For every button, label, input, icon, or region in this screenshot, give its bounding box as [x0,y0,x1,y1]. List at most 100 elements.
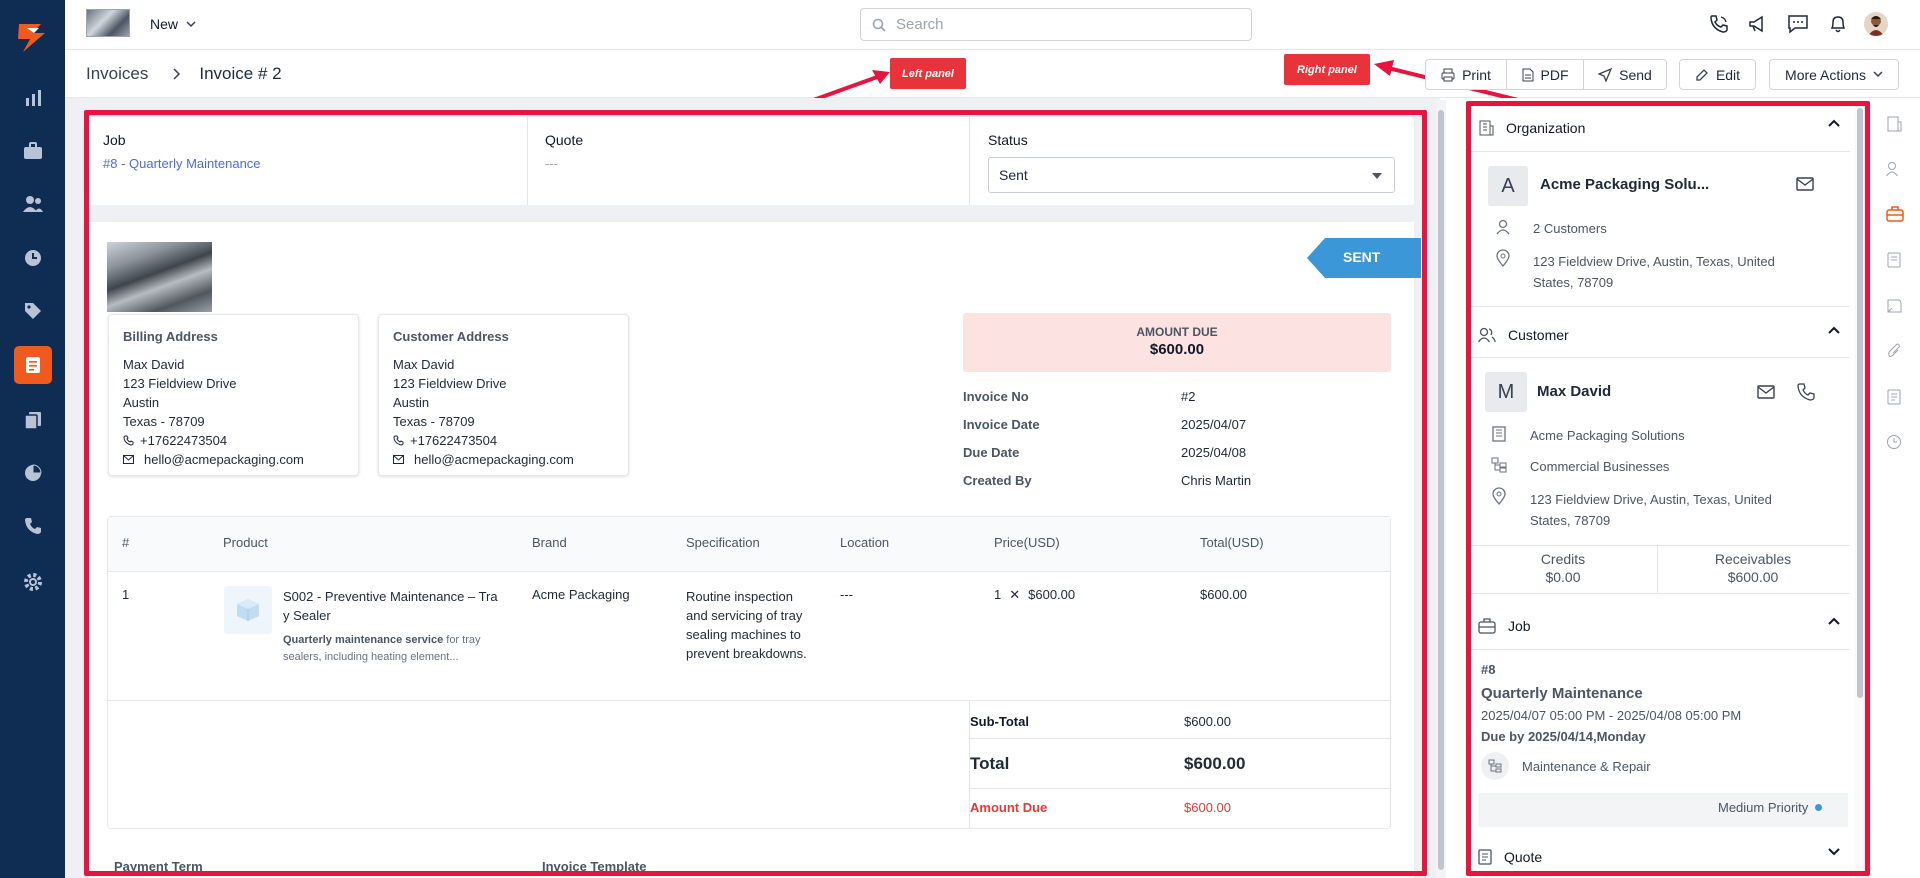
notes-rail-icon[interactable] [1886,298,1902,319]
print-button[interactable]: Print [1425,59,1507,90]
receivables-value: $600.00 [1727,569,1779,585]
customer-address-title: Customer Address [393,329,509,344]
divider [1470,357,1850,358]
briefcase-icon[interactable] [19,137,46,164]
chevron-down-icon[interactable] [1828,848,1840,856]
invoice-rail-icon[interactable] [1887,389,1901,410]
row-price: 1 ✕ $600.00 [994,587,1075,603]
chevron-up-icon[interactable] [1828,617,1840,625]
col-header-brand: Brand [532,535,567,550]
chevron-right-icon [173,68,181,80]
invoice-icon[interactable] [14,346,52,384]
scrollbar-thumb[interactable] [1438,110,1444,870]
quote-section-title: Quote [1504,849,1543,865]
job-date-range: 2025/04/07 05:00 PM - 2025/04/08 05:00 P… [1481,708,1742,723]
row-qty: 1 [994,587,1002,602]
product-desc-bold: Quarterly maintenance service [283,634,444,646]
divider [108,571,1390,572]
edit-button[interactable]: Edit [1679,59,1756,90]
chevron-up-icon[interactable] [1828,326,1840,334]
customer-email-icon[interactable] [1757,385,1775,404]
left-navigation [0,0,65,878]
col-header-num: # [122,535,130,550]
right-panel-scrollbar[interactable] [1855,100,1865,878]
customer-section-header[interactable]: Customer [1478,322,1848,348]
product-description: Quarterly maintenance service for tray s… [283,632,481,666]
chevron-down-icon [1873,71,1883,78]
job-name[interactable]: Quarterly Maintenance [1481,685,1643,702]
status-label: Status [988,132,1028,148]
billing-city: Austin [123,395,160,410]
pie-chart-icon[interactable] [19,459,46,486]
pdf-button[interactable]: PDF [1506,59,1584,90]
scrollbar-thumb[interactable] [1857,108,1863,698]
job-link[interactable]: #8 - Quarterly Maintenance [103,156,261,171]
breadcrumb: Invoices Invoice # 2 [86,64,282,84]
mail-icon [123,455,134,464]
search-input[interactable]: Search [860,8,1252,41]
edit-label: Edit [1715,66,1741,83]
product-image [224,586,272,634]
location-pin-icon [1495,249,1511,272]
history-rail-icon[interactable] [1886,434,1902,455]
reports-icon[interactable] [19,84,46,111]
org-address-line2: States, 78709 [1533,275,1614,290]
calls-icon[interactable] [1709,14,1729,39]
phone-icon[interactable] [19,512,46,539]
org-email-icon[interactable] [1796,177,1814,196]
organization-rail-icon[interactable] [1886,116,1902,137]
row-location: --- [840,587,853,602]
users-icon[interactable] [19,190,46,217]
row-specification: Routine inspection and servicing of tray… [686,587,807,663]
attachment-rail-icon[interactable] [1887,343,1901,364]
customer-phone-icon[interactable] [1797,383,1815,406]
invoice-no-value: #2 [1181,389,1196,404]
invoice-no-label: Invoice No [963,389,1029,404]
product-name[interactable]: S002 - Preventive Maintenance – Tra y Se… [283,587,498,625]
job-section-header[interactable]: Job [1478,613,1848,639]
settings-icon[interactable] [19,568,46,595]
content-scrollbar[interactable] [1436,100,1446,878]
product-name-line2: y Sealer [283,608,331,623]
amount-due-box: AMOUNT DUE $600.00 [963,313,1391,372]
breadcrumb-invoices-link[interactable]: Invoices [86,64,148,84]
user-avatar[interactable] [1864,12,1888,36]
messages-icon[interactable] [1787,14,1809,39]
quote-value: --- [545,156,558,171]
mail-icon [393,455,404,464]
organization-section-header[interactable]: Organization [1478,115,1848,141]
chevron-up-icon[interactable] [1828,119,1840,127]
status-select[interactable]: Sent [988,157,1395,193]
divider [1470,151,1850,152]
tag-icon[interactable] [19,297,46,324]
company-logo-thumbnail[interactable] [86,9,130,37]
quote-section-header[interactable]: Quote [1478,844,1848,870]
customer-address: 123 Fieldview Drive, Austin, Texas, Unit… [1530,489,1772,531]
row-total: $600.00 [1200,587,1247,602]
clock-icon[interactable] [19,244,46,271]
org-address: 123 Fieldview Drive, Austin, Texas, Unit… [1533,251,1775,293]
priority-label: Medium Priority [1718,800,1809,815]
org-customer-count[interactable]: 2 Customers [1533,221,1607,236]
spec-line: prevent breakdowns. [686,646,807,661]
quote-rail-icon[interactable] [1887,252,1901,273]
right-panel-annotation: Right panel [1284,54,1370,85]
announcements-icon[interactable] [1748,14,1768,39]
documents-icon[interactable] [19,406,46,433]
breadcrumb-current: Invoice # 2 [199,64,282,83]
billing-name: Max David [123,357,185,372]
send-button[interactable]: Send [1583,59,1667,90]
customer-addr-street: 123 Fieldview Drive [393,376,507,391]
customer-name[interactable]: Max David [1537,383,1611,400]
customer-rail-icon[interactable] [1886,161,1902,182]
job-rail-icon[interactable] [1886,206,1904,227]
invoice-template-label: Invoice Template [542,859,647,874]
organization-name[interactable]: Acme Packaging Solu... [1540,176,1709,193]
new-menu-button[interactable]: New [150,16,196,32]
customer-addr-state: Texas - 78709 [393,414,475,429]
notifications-bell-icon[interactable] [1828,14,1848,39]
billing-email: hello@acmepackaging.com [144,452,304,467]
app-logo[interactable] [13,20,51,54]
more-actions-button[interactable]: More Actions [1769,59,1899,90]
customer-addr-name: Max David [393,357,455,372]
